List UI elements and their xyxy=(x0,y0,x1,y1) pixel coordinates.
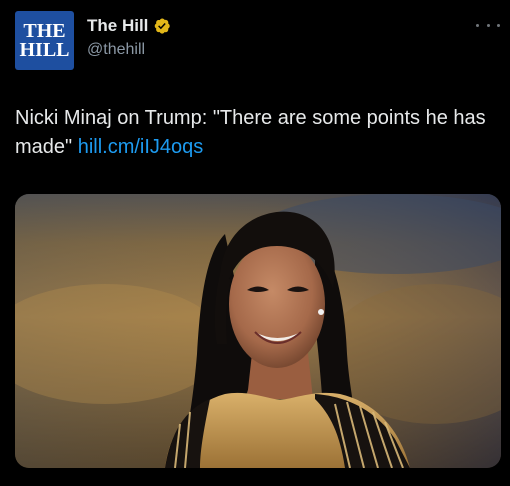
tweet-link[interactable]: hill.cm/iIJ4oqs xyxy=(78,136,204,158)
display-name-row[interactable]: The Hill xyxy=(87,16,171,36)
display-name[interactable]: The Hill xyxy=(87,16,148,36)
avatar-logo-line-1: THE xyxy=(23,19,66,42)
verified-badge-icon xyxy=(155,18,171,34)
tweet-card[interactable]: THE HILL The Hill @thehill Nicki Minaj o… xyxy=(0,0,510,486)
handle[interactable]: @thehill xyxy=(87,41,145,59)
tweet-image[interactable] xyxy=(15,194,501,468)
avatar-logo-line-2: HILL xyxy=(19,38,70,61)
photo-illustration xyxy=(15,194,501,468)
tweet-text: Nicki Minaj on Trump: "There are some po… xyxy=(15,104,495,162)
avatar[interactable]: THE HILL xyxy=(15,11,74,70)
more-options-icon[interactable] xyxy=(476,18,500,32)
